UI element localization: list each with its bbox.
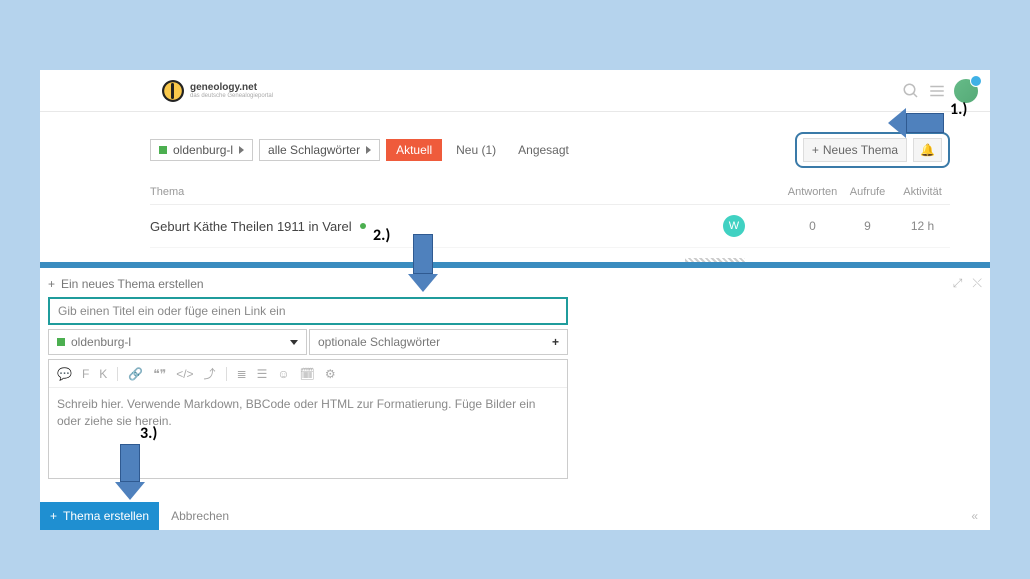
annotation-label-3: 3.) bbox=[140, 424, 157, 443]
chevron-down-icon bbox=[290, 340, 298, 345]
create-topic-label: Thema erstellen bbox=[63, 509, 149, 523]
tab-neu[interactable]: Neu (1) bbox=[448, 143, 504, 157]
composer-footer: + Thema erstellen Abbrechen « bbox=[40, 502, 990, 530]
title-input[interactable]: Gib einen Titel ein oder füge einen Link… bbox=[48, 297, 568, 325]
hamburger-icon[interactable] bbox=[928, 82, 946, 100]
close-icon[interactable]: ⤬ bbox=[972, 276, 982, 291]
create-topic-button[interactable]: + Thema erstellen bbox=[40, 502, 159, 530]
notifications-button[interactable]: 🔔 bbox=[913, 138, 942, 162]
category-filter[interactable]: oldenburg-l bbox=[150, 139, 253, 161]
tags-select[interactable]: optionale Schlagwörter + bbox=[309, 329, 568, 355]
italic-button[interactable]: K bbox=[99, 367, 107, 381]
expand-icon[interactable]: ⤢ bbox=[953, 276, 963, 291]
bullet-list-icon[interactable]: ≣ bbox=[237, 367, 247, 381]
th-thema: Thema bbox=[150, 186, 785, 198]
category-color-icon bbox=[57, 338, 65, 346]
chevron-right-icon bbox=[239, 146, 244, 154]
th-aufrufe: Aufrufe bbox=[840, 186, 895, 198]
category-select[interactable]: oldenburg-l bbox=[48, 329, 307, 355]
avatar[interactable] bbox=[954, 79, 978, 103]
separator bbox=[117, 367, 118, 381]
category-select-label: oldenburg-l bbox=[71, 335, 131, 349]
quote-icon[interactable]: ❝❞ bbox=[153, 367, 166, 381]
numbered-list-icon[interactable]: ☰ bbox=[257, 367, 268, 381]
table-header: Thema Antworten Aufrufe Aktivität bbox=[150, 186, 950, 204]
new-topic-label: Neues Thema bbox=[823, 143, 898, 157]
composer-heading: Ein neues Thema erstellen bbox=[61, 277, 204, 291]
cell-aktivitaet: 12 h bbox=[895, 219, 950, 233]
annotation-label-1: 1.) bbox=[950, 100, 967, 119]
calendar-icon[interactable]: 🗓 bbox=[300, 367, 315, 381]
link-icon[interactable]: 🔗 bbox=[128, 367, 143, 381]
annotation-arrow-1 bbox=[888, 108, 944, 138]
tab-angesagt[interactable]: Angesagt bbox=[510, 143, 577, 157]
annotation-label-2: 2.) bbox=[373, 226, 390, 245]
th-aktivitaet: Aktivität bbox=[895, 186, 950, 198]
editor-toolbar: 💬 F K 🔗 ❝❞ </> ⤴ ≣ ☰ ☺ 🗓 ⚙ bbox=[49, 360, 567, 388]
tab-aktuell[interactable]: Aktuell bbox=[386, 139, 442, 161]
composer: + Ein neues Thema erstellen ⤢ ⤬ Gib eine… bbox=[40, 268, 990, 530]
bold-button[interactable]: F bbox=[82, 367, 89, 381]
plus-icon: + bbox=[552, 335, 559, 349]
site-header: geneology.net das deutsche Genealogiepor… bbox=[40, 70, 990, 112]
plus-icon: + bbox=[812, 143, 819, 157]
cell-aufrufe: 9 bbox=[840, 219, 895, 233]
tags-select-label: optionale Schlagwörter bbox=[318, 335, 440, 349]
annotation-arrow-2 bbox=[408, 234, 438, 292]
app-window: geneology.net das deutsche Genealogiepor… bbox=[40, 70, 990, 530]
bell-icon: 🔔 bbox=[920, 143, 935, 157]
tags-filter[interactable]: alle Schlagwörter bbox=[259, 139, 380, 161]
site-name: geneology.net bbox=[190, 83, 273, 93]
gear-icon[interactable]: ⚙ bbox=[325, 367, 336, 381]
code-icon[interactable]: </> bbox=[176, 367, 193, 381]
th-antworten: Antworten bbox=[785, 186, 840, 198]
notification-badge-icon bbox=[970, 75, 982, 87]
category-filter-label: oldenburg-l bbox=[173, 143, 233, 157]
collapse-icon[interactable]: « bbox=[971, 509, 990, 523]
cell-antworten: 0 bbox=[785, 219, 840, 233]
upload-icon[interactable]: ⤴ bbox=[204, 365, 216, 382]
plus-icon: + bbox=[50, 509, 57, 523]
separator bbox=[226, 367, 227, 381]
reply-icon[interactable]: 💬 bbox=[57, 367, 72, 381]
new-topic-button[interactable]: + Neues Thema bbox=[803, 138, 907, 162]
annotation-arrow-3 bbox=[115, 444, 145, 500]
site-subtitle: das deutsche Genealogieportal bbox=[190, 93, 273, 99]
category-color-icon bbox=[159, 146, 167, 154]
logo-icon bbox=[162, 80, 184, 102]
topic-title: Geburt Käthe Theilen 1911 in Varel bbox=[150, 219, 352, 234]
tags-filter-label: alle Schlagwörter bbox=[268, 143, 360, 157]
chevron-right-icon bbox=[366, 146, 371, 154]
search-icon[interactable] bbox=[902, 82, 920, 100]
emoji-icon[interactable]: ☺ bbox=[277, 367, 289, 381]
plus-icon: + bbox=[48, 277, 55, 291]
nav-row: oldenburg-l alle Schlagwörter Aktuell Ne… bbox=[150, 132, 950, 168]
cancel-link[interactable]: Abbrechen bbox=[159, 509, 241, 523]
table-row[interactable]: Geburt Käthe Theilen 1911 in Varel W 0 9… bbox=[150, 204, 950, 247]
user-avatar-badge[interactable]: W bbox=[723, 215, 745, 237]
site-logo[interactable]: geneology.net das deutsche Genealogiepor… bbox=[162, 80, 273, 102]
unread-dot-icon bbox=[360, 223, 366, 229]
